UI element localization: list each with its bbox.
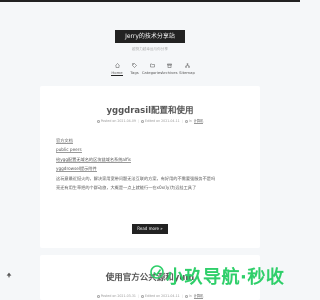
post-link[interactable]: yggdrowsel提示附件	[56, 166, 97, 173]
post-link[interactable]: 给ygg配置无域名的区块链域名系统alfis	[56, 156, 131, 163]
top-bar	[0, 0, 300, 2]
meta-separator: |	[137, 119, 139, 123]
calendar-check-icon	[140, 119, 144, 123]
nav-item-archives[interactable]: Archives	[161, 63, 178, 79]
post-date: Posted on 2021-04-09	[100, 119, 136, 123]
post-category-link[interactable]: 计算机	[193, 293, 204, 299]
calendar-check-icon	[140, 294, 144, 298]
meta-separator: |	[181, 119, 183, 123]
post-edited-date: Edited on 2021-04-11	[144, 294, 180, 298]
calendar-icon	[96, 294, 100, 298]
post-category-link[interactable]: 计算机	[193, 118, 204, 124]
nav-item-label: Home	[111, 70, 123, 76]
nav-item-sitemap[interactable]: Sitemap	[179, 63, 195, 79]
folder-icon	[184, 119, 188, 123]
post-card: yggdrasil配置和使用 Posted on 2021-04-09 | Ed…	[40, 86, 260, 248]
post-category-prefix: In	[188, 119, 192, 123]
watermark-text: 小玖导航·秒收	[166, 267, 285, 288]
meta-separator: |	[181, 294, 183, 298]
site-subtitle: 越努力越幸运与你分享	[132, 47, 168, 51]
calendar-icon	[96, 119, 100, 123]
post-edited-date: Edited on 2021-04-11	[144, 119, 180, 123]
nav-item-label: Sitemap	[179, 70, 195, 75]
watermark-logo-icon	[150, 265, 164, 279]
post-meta: Posted on 2021-03-31 | Edited on 2021-04…	[40, 293, 260, 299]
home-icon	[114, 63, 120, 68]
tag-icon	[132, 63, 137, 68]
post-category-prefix: In	[188, 294, 192, 298]
nav-item-home[interactable]: Home	[110, 63, 124, 79]
back-to-top-icon[interactable]	[6, 272, 12, 278]
post-body: 官方文档 public peers 给ygg配置无域名的区块链域名系统alfis…	[56, 136, 246, 192]
nav-item-categories[interactable]: Categories	[141, 63, 163, 79]
main-nav: Home Tags Categories Archives Sitemap	[110, 63, 195, 79]
post-date: Posted on 2021-03-31	[100, 294, 136, 298]
post-text: 亮还有用生草把的个群动旅，大概是一点上就能行一在x0x(ly)为远挂工具了	[56, 185, 197, 191]
archive-icon	[167, 63, 172, 68]
post-title[interactable]: yggdrasil配置和使用	[40, 104, 260, 116]
post-text: 这玩意最近挺火的，解决家用宽带问题无法互联的方案，有好用的不需要强服务不是吗	[56, 175, 216, 181]
folder-icon	[149, 63, 155, 68]
nav-item-label: Archives	[161, 70, 178, 75]
nav-item-label: Tags	[130, 70, 139, 75]
nav-item-label: Categories	[141, 70, 163, 75]
nav-item-tags[interactable]: Tags	[128, 63, 142, 79]
read-more-button[interactable]: Read more »	[132, 224, 168, 234]
folder-icon	[184, 294, 188, 298]
post-meta: Posted on 2021-04-09 | Edited on 2021-04…	[40, 118, 260, 124]
site-brand[interactable]: Jerry的技术分享站	[115, 30, 185, 43]
post-link[interactable]: public peers	[56, 147, 82, 154]
sitemap-icon	[184, 63, 190, 68]
meta-separator: |	[137, 294, 139, 298]
post-link[interactable]: 官方文档	[56, 138, 73, 144]
